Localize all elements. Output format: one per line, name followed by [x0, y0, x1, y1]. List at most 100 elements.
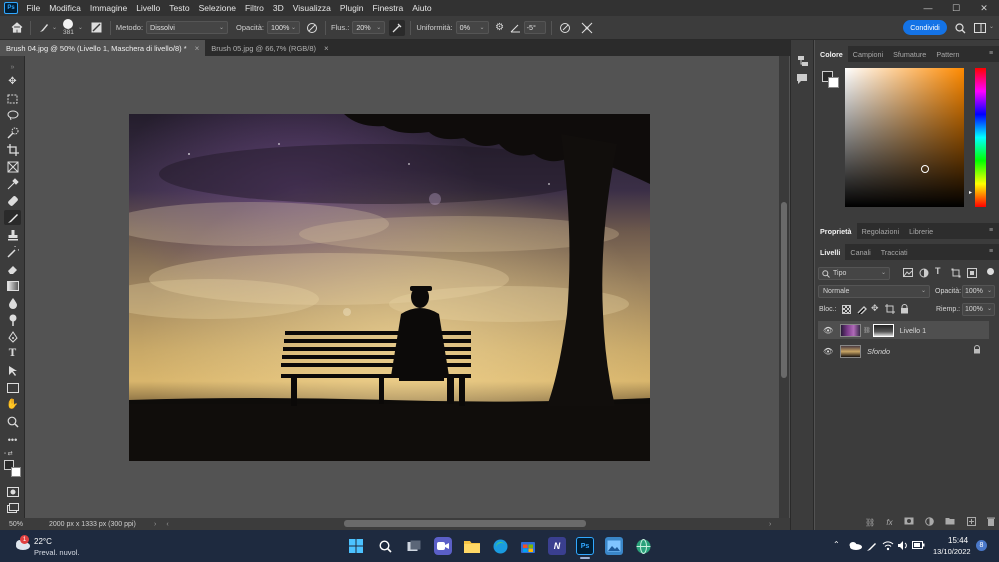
- close-tab-icon[interactable]: ×: [195, 44, 200, 53]
- layer-filter-select[interactable]: Tipo ⌄: [818, 267, 890, 280]
- share-button[interactable]: Condividi: [903, 20, 947, 35]
- vertical-scroll-thumb[interactable]: [781, 202, 787, 378]
- close-tab-icon[interactable]: ×: [324, 44, 329, 53]
- angle-input[interactable]: -5°: [523, 21, 546, 34]
- airbrush-icon[interactable]: [389, 19, 406, 36]
- brush-settings-panel-icon[interactable]: [89, 20, 105, 36]
- menu-3d[interactable]: 3D: [268, 3, 288, 13]
- filter-shape-icon[interactable]: [951, 268, 961, 278]
- lock-transparency-icon[interactable]: [842, 305, 851, 314]
- menu-layer[interactable]: Livello: [132, 3, 165, 13]
- quick-mask-icon[interactable]: [4, 484, 21, 499]
- photoshop-taskbar-icon[interactable]: Ps: [576, 537, 594, 555]
- panel-menu-icon[interactable]: ≡: [989, 248, 993, 255]
- workspace-icon[interactable]: [972, 20, 988, 36]
- hand-tool-icon[interactable]: ✋: [4, 397, 21, 412]
- comments-panel-icon[interactable]: [796, 73, 810, 87]
- filter-pixel-layer-icon[interactable]: [903, 268, 913, 278]
- pressure-opacity-icon[interactable]: [304, 20, 320, 36]
- tab-channels[interactable]: Canali: [845, 244, 875, 260]
- wifi-icon[interactable]: [882, 540, 894, 552]
- new-group-icon[interactable]: [945, 517, 955, 527]
- hue-slider-marker-icon[interactable]: ▸: [969, 189, 972, 196]
- clone-stamp-tool-icon[interactable]: [4, 227, 21, 242]
- flow-input[interactable]: 20% ⌄: [352, 21, 386, 34]
- weather-temp[interactable]: 22°C: [34, 537, 52, 546]
- document-image[interactable]: [129, 114, 650, 461]
- scroll-left-icon[interactable]: ‹: [166, 521, 168, 528]
- menu-type[interactable]: Testo: [165, 3, 194, 13]
- new-adjustment-icon[interactable]: [925, 516, 934, 528]
- zoom-level[interactable]: 50%: [9, 521, 39, 528]
- lock-position-icon[interactable]: ✥: [871, 303, 881, 313]
- layer-row-sfondo[interactable]: 👁 Sfondo: [818, 342, 989, 360]
- more-tools-icon[interactable]: •••: [4, 432, 21, 447]
- menu-view[interactable]: Visualizza: [288, 3, 335, 13]
- zoom-tool-icon[interactable]: [4, 414, 21, 429]
- pen-tray-icon[interactable]: [866, 540, 878, 552]
- add-mask-icon[interactable]: [904, 517, 914, 527]
- link-layers-icon[interactable]: ⛓: [865, 518, 875, 527]
- layer-style-icon[interactable]: fx: [886, 518, 892, 527]
- scroll-right-icon[interactable]: ›: [769, 521, 771, 528]
- tab-properties[interactable]: Proprietà: [815, 223, 857, 239]
- edge-browser-icon[interactable]: [491, 537, 509, 555]
- photos-app-icon[interactable]: [605, 537, 623, 555]
- microsoft-store-icon[interactable]: [519, 537, 537, 555]
- menu-help[interactable]: Aiuto: [408, 3, 436, 13]
- brush-tool-preset-icon[interactable]: [36, 20, 52, 36]
- new-layer-icon[interactable]: [966, 516, 976, 528]
- tab-gradients[interactable]: Sfumature: [888, 46, 931, 62]
- rectangle-tool-icon[interactable]: [4, 380, 21, 395]
- smoothing-input[interactable]: 0% ⌄: [455, 21, 489, 34]
- horizontal-scroll-thumb[interactable]: [344, 520, 586, 527]
- menu-filter[interactable]: Filtro: [240, 3, 268, 13]
- tab-color[interactable]: Colore: [815, 46, 848, 62]
- color-picker-cursor[interactable]: [921, 165, 929, 173]
- color-panel-background[interactable]: [828, 77, 839, 88]
- weather-desc[interactable]: Preval. nuvol.: [34, 548, 79, 557]
- gear-icon[interactable]: ⚙: [492, 20, 508, 36]
- onedrive-icon[interactable]: [848, 541, 862, 551]
- menu-window[interactable]: Finestra: [368, 3, 408, 13]
- tab-layers[interactable]: Livelli: [815, 244, 846, 260]
- screen-mode-icon[interactable]: [4, 500, 21, 515]
- eye-icon[interactable]: 👁: [823, 347, 833, 356]
- path-selection-tool-icon[interactable]: [4, 363, 21, 378]
- background-color-swatch[interactable]: [11, 467, 21, 477]
- eyedropper-tool-icon[interactable]: [4, 176, 21, 191]
- menu-image[interactable]: Immagine: [85, 3, 131, 13]
- swap-colors-icon[interactable]: ▫ ⇄: [4, 450, 21, 458]
- eye-icon[interactable]: 👁: [823, 326, 833, 335]
- marquee-tool-icon[interactable]: [4, 91, 21, 106]
- tab-adjustments[interactable]: Regolazioni: [857, 223, 905, 239]
- panel-menu-icon[interactable]: ≡: [989, 227, 993, 234]
- pen-tool-icon[interactable]: [4, 329, 21, 344]
- symmetry-icon[interactable]: [579, 20, 595, 36]
- link-icon[interactable]: ⛓: [863, 327, 871, 334]
- crop-tool-icon[interactable]: [4, 142, 21, 157]
- status-arrow-icon[interactable]: ›: [154, 521, 156, 528]
- file-explorer-icon[interactable]: [463, 537, 481, 555]
- type-tool-icon[interactable]: T: [4, 346, 21, 361]
- quick-selection-tool-icon[interactable]: [4, 125, 21, 140]
- tab-patterns[interactable]: Pattern: [931, 46, 964, 62]
- lock-artboard-icon[interactable]: [885, 304, 895, 314]
- search-icon[interactable]: [952, 20, 968, 36]
- move-tool-icon[interactable]: ✥: [4, 74, 21, 89]
- dodge-tool-icon[interactable]: [4, 312, 21, 327]
- blur-tool-icon[interactable]: [4, 295, 21, 310]
- brush-preset-caret-icon[interactable]: ⌄: [52, 24, 57, 31]
- tray-chevron-up-icon[interactable]: ⌃: [833, 540, 840, 549]
- opacity-input[interactable]: 100% ⌄: [266, 21, 300, 34]
- collapse-tools-icon[interactable]: »: [4, 60, 21, 75]
- layer-mask-thumbnail[interactable]: [872, 323, 894, 337]
- pressure-size-icon[interactable]: [557, 20, 573, 36]
- notifications-badge[interactable]: 8: [976, 540, 987, 551]
- lock-all-icon[interactable]: [900, 304, 909, 314]
- hue-slider[interactable]: ▸: [969, 68, 986, 207]
- blend-mode-select[interactable]: Normale ⌄: [818, 285, 930, 298]
- filter-smart-object-icon[interactable]: [967, 268, 977, 278]
- layer-row-livello-1[interactable]: 👁 ⛓ Livello 1: [818, 321, 989, 339]
- layer-opacity-input[interactable]: 100% ⌄: [962, 285, 995, 298]
